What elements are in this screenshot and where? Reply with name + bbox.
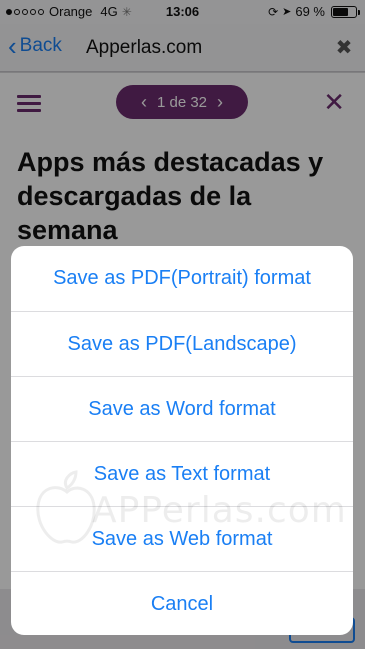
save-pdf-landscape-button[interactable]: Save as PDF(Landscape) — [11, 311, 353, 376]
save-web-button[interactable]: Save as Web format — [11, 506, 353, 571]
cancel-button[interactable]: Cancel — [11, 571, 353, 635]
action-sheet: Save as PDF(Portrait) format Save as PDF… — [11, 246, 353, 635]
save-text-button[interactable]: Save as Text format — [11, 441, 353, 506]
save-pdf-portrait-button[interactable]: Save as PDF(Portrait) format — [11, 246, 353, 311]
save-word-button[interactable]: Save as Word format — [11, 376, 353, 441]
